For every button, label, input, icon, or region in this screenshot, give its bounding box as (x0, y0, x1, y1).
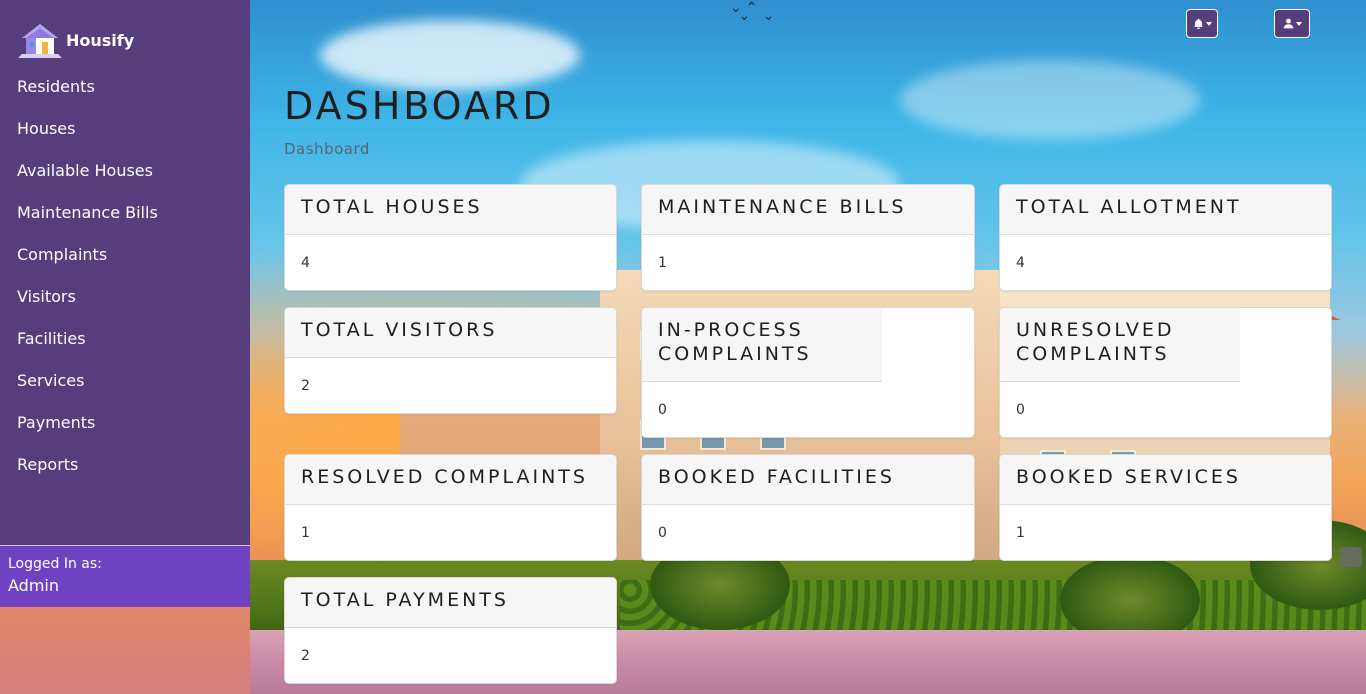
card-value: 2 (301, 378, 310, 394)
sidebar-item-maintenance-bills[interactable]: Maintenance Bills (0, 192, 250, 234)
sidebar-nav: Residents Houses Available Houses Mainte… (0, 66, 250, 486)
stat-card-booked-facilities[interactable]: BOOKED FACILITIES 0 (641, 454, 975, 561)
user-menu-button[interactable] (1274, 9, 1310, 38)
stat-card-total-visitors[interactable]: TOTAL VISITORS 2 (284, 307, 617, 414)
notifications-button[interactable] (1186, 9, 1218, 38)
card-title: RESOLVED COMPLAINTS (285, 455, 616, 505)
stat-card-maintenance-bills[interactable]: MAINTENANCE BILLS 1 (641, 184, 975, 291)
breadcrumb[interactable]: Dashboard (284, 140, 370, 158)
logged-in-label: Logged In as: (8, 556, 102, 572)
sidebar-item-residents[interactable]: Residents (0, 66, 250, 108)
sidebar-item-services[interactable]: Services (0, 360, 250, 402)
stat-card-in-process-complaints[interactable]: IN-PROCESS COMPLAINTS 0 (641, 307, 975, 438)
card-title: TOTAL VISITORS (285, 308, 616, 358)
card-value: 1 (658, 255, 667, 271)
card-title: TOTAL ALLOTMENT (1000, 185, 1331, 235)
logged-in-user: Admin (8, 576, 59, 595)
card-value: 0 (658, 525, 667, 541)
cloud (900, 60, 1200, 140)
birds: ⌄⌃ ⌄ ⌄ (730, 0, 779, 24)
stat-card-total-payments[interactable]: TOTAL PAYMENTS 2 (284, 577, 617, 684)
sidebar-item-facilities[interactable]: Facilities (0, 318, 250, 360)
cloud (320, 20, 580, 90)
chevron-down-icon (1295, 21, 1302, 26)
house-logo-icon (18, 20, 62, 60)
card-title: UNRESOLVED COMPLAINTS (1000, 308, 1240, 382)
sidebar-item-reports[interactable]: Reports (0, 444, 250, 486)
card-value: 1 (301, 525, 310, 541)
stat-card-booked-services[interactable]: BOOKED SERVICES 1 (999, 454, 1332, 561)
sidebar-item-visitors[interactable]: Visitors (0, 276, 250, 318)
scroll-handle[interactable] (1340, 547, 1362, 567)
card-value: 4 (1016, 255, 1025, 271)
brand-name: Housify (66, 30, 135, 50)
card-title: BOOKED SERVICES (1000, 455, 1331, 505)
card-title: TOTAL HOUSES (285, 185, 616, 235)
sidebar-item-available-houses[interactable]: Available Houses (0, 150, 250, 192)
card-title: IN-PROCESS COMPLAINTS (642, 308, 882, 382)
brand[interactable]: Housify (18, 20, 134, 60)
chevron-down-icon (1205, 21, 1212, 26)
sidebar-item-houses[interactable]: Houses (0, 108, 250, 150)
user-icon (1283, 18, 1293, 29)
stat-card-total-allotment[interactable]: TOTAL ALLOTMENT 4 (999, 184, 1332, 291)
card-title: MAINTENANCE BILLS (642, 185, 974, 235)
stat-card-unresolved-complaints[interactable]: UNRESOLVED COMPLAINTS 0 (999, 307, 1332, 438)
card-value: 0 (658, 402, 667, 418)
card-title: BOOKED FACILITIES (642, 455, 974, 505)
sidebar: Housify Residents Houses Available House… (0, 0, 250, 607)
logged-in-panel: Logged In as: Admin (0, 545, 250, 607)
card-value: 2 (301, 648, 310, 664)
stat-card-total-houses[interactable]: TOTAL HOUSES 4 (284, 184, 617, 291)
card-title: TOTAL PAYMENTS (285, 578, 616, 628)
sidebar-item-payments[interactable]: Payments (0, 402, 250, 444)
sidebar-item-complaints[interactable]: Complaints (0, 234, 250, 276)
bell-icon (1193, 18, 1203, 29)
stat-card-resolved-complaints[interactable]: RESOLVED COMPLAINTS 1 (284, 454, 617, 561)
card-value: 4 (301, 255, 310, 271)
card-value: 0 (1016, 402, 1025, 418)
page-title: DASHBOARD (284, 84, 555, 128)
card-value: 1 (1016, 525, 1025, 541)
